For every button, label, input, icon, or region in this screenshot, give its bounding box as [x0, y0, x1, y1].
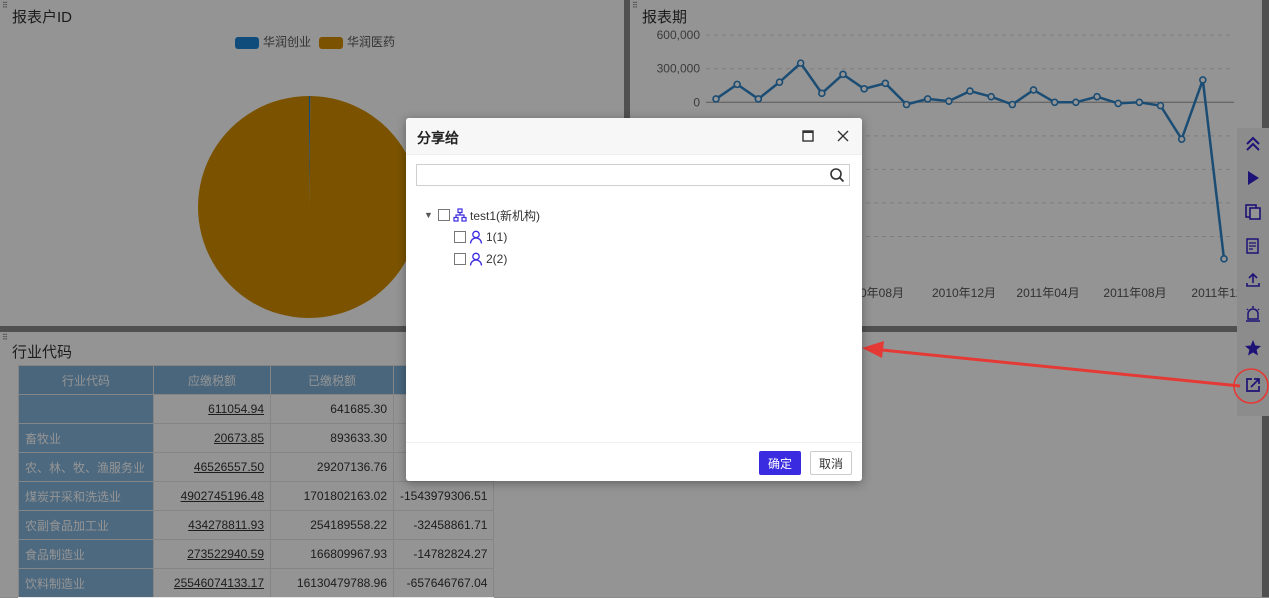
- tree-node-child[interactable]: 2(2): [454, 248, 540, 270]
- dialog-footer: 确定 取消: [406, 442, 862, 481]
- search-input[interactable]: [417, 165, 829, 185]
- tree-checkbox[interactable]: [454, 231, 466, 243]
- dialog-title: 分享给: [417, 130, 459, 146]
- tree-node-label[interactable]: test1(新机构): [470, 207, 540, 224]
- tree-checkbox[interactable]: [454, 253, 466, 265]
- user-icon: [469, 230, 483, 244]
- user-icon: [469, 252, 483, 266]
- share-dialog: 分享给 ▼ test1(新机构) 1(1) 2(2) 确定 取消: [406, 118, 862, 481]
- tree-checkbox[interactable]: [438, 209, 450, 221]
- close-icon[interactable]: [833, 126, 853, 146]
- search-box: [416, 164, 850, 186]
- maximize-icon[interactable]: [798, 126, 818, 146]
- search-icon[interactable]: [829, 167, 845, 183]
- dialog-header: 分享给: [406, 118, 862, 155]
- expand-caret-icon[interactable]: ▼: [424, 210, 434, 220]
- confirm-button[interactable]: 确定: [759, 451, 801, 475]
- tree-node-root[interactable]: ▼ test1(新机构): [424, 204, 540, 226]
- tree-node-label[interactable]: 2(2): [486, 252, 507, 266]
- tree-node-label[interactable]: 1(1): [486, 230, 507, 244]
- org-tree: ▼ test1(新机构) 1(1) 2(2): [424, 204, 540, 270]
- tree-node-child[interactable]: 1(1): [454, 226, 540, 248]
- cancel-button[interactable]: 取消: [810, 451, 852, 475]
- org-icon: [453, 208, 467, 222]
